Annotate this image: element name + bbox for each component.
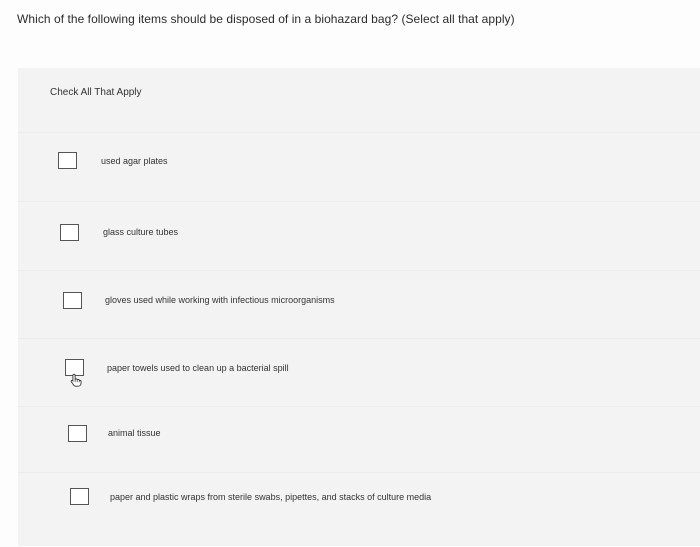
instruction-label: Check All That Apply — [50, 87, 142, 98]
hand-pointer-icon — [70, 373, 82, 387]
option-label: gloves used while working with infectiou… — [105, 295, 335, 305]
option-label: animal tissue — [108, 428, 161, 438]
question-page: Which of the following items should be d… — [0, 0, 700, 547]
checkbox-gloves[interactable] — [63, 292, 82, 309]
checkbox-animal-tissue[interactable] — [68, 425, 87, 442]
option-label: used agar plates — [101, 156, 168, 166]
checkbox-paper-plastic-wraps[interactable] — [70, 488, 89, 505]
option-label: paper and plastic wraps from sterile swa… — [110, 492, 432, 502]
checkbox-used-agar-plates[interactable] — [58, 152, 77, 169]
question-prompt: Which of the following items should be d… — [17, 12, 515, 26]
option-label: glass culture tubes — [103, 227, 179, 237]
answer-panel: Check All That Apply used agar plates gl… — [18, 68, 700, 546]
option-label: paper towels used to clean up a bacteria… — [107, 363, 289, 373]
checkbox-glass-culture-tubes[interactable] — [60, 224, 79, 241]
